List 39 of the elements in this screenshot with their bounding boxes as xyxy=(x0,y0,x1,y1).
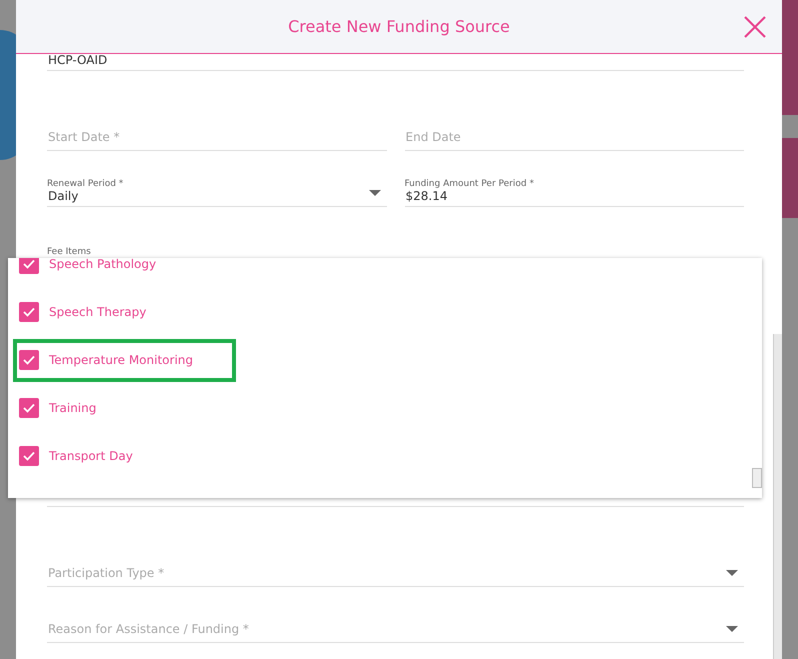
check-icon xyxy=(23,451,35,461)
dropdown-option[interactable]: Transport Day xyxy=(8,432,762,480)
checkbox[interactable] xyxy=(19,302,39,322)
field-placeholder: Reason for Assistance / Funding * xyxy=(47,622,250,638)
scrollbar-thumb[interactable] xyxy=(752,468,762,488)
check-icon xyxy=(23,307,35,317)
check-icon xyxy=(23,259,35,269)
field-label: Fee Items xyxy=(47,247,91,257)
checkbox[interactable] xyxy=(19,350,39,370)
select-field[interactable]: Renewal Period * Daily xyxy=(47,151,386,207)
dialog-title: Create New Funding Source xyxy=(288,17,510,36)
check-icon xyxy=(23,403,35,413)
close-button[interactable] xyxy=(742,14,768,40)
field-label: Renewal Period * xyxy=(47,179,124,189)
input-field[interactable]: End Date xyxy=(404,115,744,151)
caret-icon xyxy=(726,626,738,632)
dropdown-option[interactable]: Temperature Monitoring xyxy=(8,336,762,384)
field-placeholder: End Date xyxy=(404,130,462,146)
field-label: Funding Amount Per Period * xyxy=(404,179,535,189)
field-value: Daily xyxy=(47,189,80,205)
select-field[interactable]: Reason for Assistance / Funding * xyxy=(47,587,744,643)
checkbox[interactable] xyxy=(19,446,39,466)
dropdown-option[interactable]: Speech Pathology xyxy=(8,258,762,288)
input-field[interactable]: HCP-OAID xyxy=(47,54,744,71)
select-field[interactable]: Participation Type * xyxy=(47,507,744,587)
field-value: HCP-OAID xyxy=(47,53,108,69)
field-placeholder: Participation Type * xyxy=(47,566,166,582)
field-value: $28.14 xyxy=(404,189,448,205)
check-icon xyxy=(23,355,35,365)
caret-icon xyxy=(368,190,380,196)
dropdown-option[interactable]: Training xyxy=(8,384,762,432)
input-field[interactable]: Funding Amount Per Period * $28.14 xyxy=(404,151,744,207)
checkbox[interactable] xyxy=(19,398,39,418)
checkbox[interactable] xyxy=(19,258,39,274)
scrollbar[interactable] xyxy=(773,334,782,659)
field-placeholder: Start Date * xyxy=(47,130,121,146)
dropdown-option[interactable]: Speech Therapy xyxy=(8,288,762,336)
caret-icon xyxy=(726,570,738,576)
input-field[interactable]: Start Date * xyxy=(47,115,386,151)
